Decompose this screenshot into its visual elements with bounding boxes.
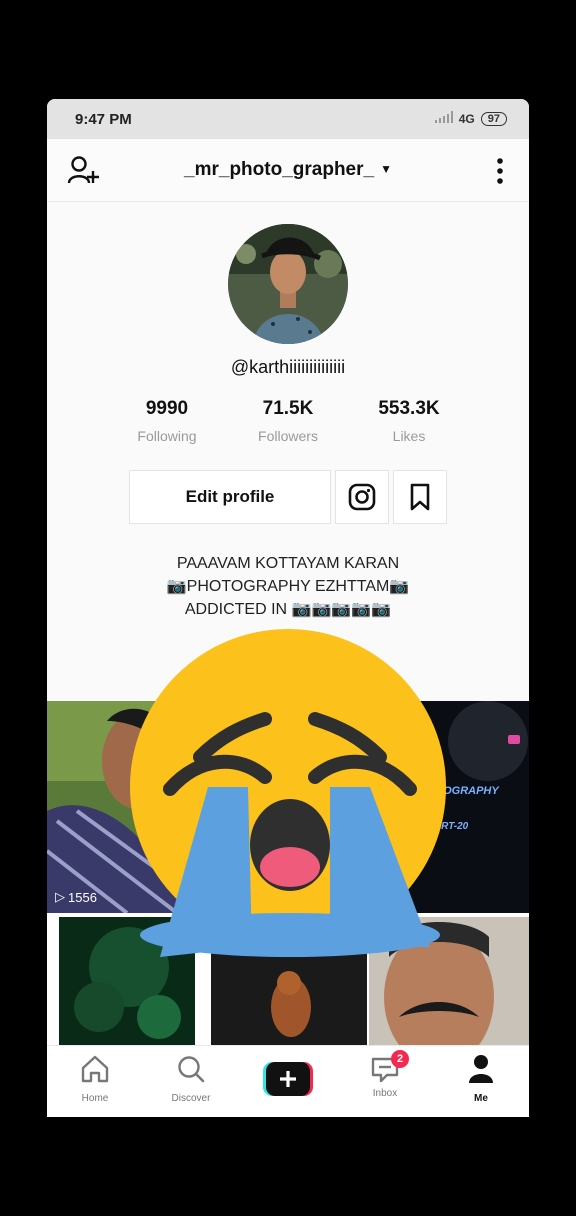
nav-discover[interactable]: Discover <box>153 1054 229 1104</box>
instagram-button[interactable] <box>335 470 389 524</box>
search-icon <box>178 1056 205 1083</box>
avatar-photo <box>228 224 348 344</box>
bio-line-3: ADDICTED IN 📷📷📷📷📷 <box>184 601 392 618</box>
following-count: 9990 <box>145 398 189 419</box>
nav-home-label: Home <box>81 1093 109 1104</box>
phone-screen: 9:47 PM 4G 97 _mr_photo_grapher_ ▼ @kart… <box>47 99 529 1117</box>
bio-line-1: PAAAVAM KOTTAYAM KARAN <box>176 555 400 572</box>
nav-home[interactable]: Home <box>57 1054 133 1104</box>
avatar[interactable] <box>228 224 348 344</box>
caret-down-icon: ▼ <box>380 162 392 176</box>
status-bar: 9:47 PM 4G 97 <box>47 99 529 139</box>
stat-likes[interactable]: 553.3K Likes <box>349 398 469 444</box>
crying-emoji-sticker <box>130 627 456 957</box>
edit-profile-button[interactable]: Edit profile <box>129 470 331 524</box>
nav-inbox[interactable]: 2 Inbox <box>347 1050 423 1099</box>
profile-icon <box>469 1055 493 1083</box>
profile-header: _mr_photo_grapher_ ▼ <box>47 139 529 202</box>
nav-me[interactable]: Me <box>443 1054 519 1104</box>
username-title: _mr_photo_grapher_ <box>184 159 375 180</box>
nav-me-label: Me <box>474 1093 488 1104</box>
inbox-badge: 2 <box>391 1050 409 1068</box>
view-count: ▷ 1556 <box>55 889 97 905</box>
followers-count: 71.5K <box>262 398 314 419</box>
instagram-icon <box>348 483 376 511</box>
nav-inbox-label: Inbox <box>372 1088 398 1099</box>
likes-label: Likes <box>392 428 426 444</box>
stat-following[interactable]: 9990 Following <box>107 398 227 444</box>
view-count-value: 1556 <box>68 889 97 905</box>
more-options-button[interactable] <box>493 157 507 185</box>
likes-count: 553.3K <box>378 398 440 419</box>
following-label: Following <box>137 428 197 444</box>
bookmark-icon <box>410 483 430 511</box>
battery-icon: 97 <box>480 111 507 126</box>
profile-bio: PAAAVAM KOTTAYAM KARAN 📷PHOTOGRAPHY EZHT… <box>47 552 529 621</box>
network-label: 4G <box>458 111 475 126</box>
profile-handle: @karthiiiiiiiiiiiiii <box>230 357 346 377</box>
account-switcher[interactable]: _mr_photo_grapher_ ▼ <box>47 159 529 181</box>
more-vertical-icon <box>497 158 503 184</box>
status-indicators: 4G 97 <box>434 111 507 126</box>
plus-icon <box>263 1062 313 1096</box>
bio-line-2: 📷PHOTOGRAPHY EZHTTAM📷 <box>166 578 410 595</box>
play-icon: ▷ <box>55 889 65 904</box>
home-icon <box>81 1055 109 1083</box>
followers-label: Followers <box>258 428 318 444</box>
signal-icon <box>434 111 453 126</box>
crying-face-icon <box>130 629 446 957</box>
stat-followers[interactable]: 71.5K Followers <box>228 398 348 444</box>
create-video-button[interactable] <box>263 1062 313 1096</box>
status-time: 9:47 PM <box>75 111 132 128</box>
nav-discover-label: Discover <box>171 1093 211 1104</box>
bottom-navigation: Home Discover 2 Inbox Me <box>47 1045 529 1117</box>
favorites-button[interactable] <box>393 470 447 524</box>
